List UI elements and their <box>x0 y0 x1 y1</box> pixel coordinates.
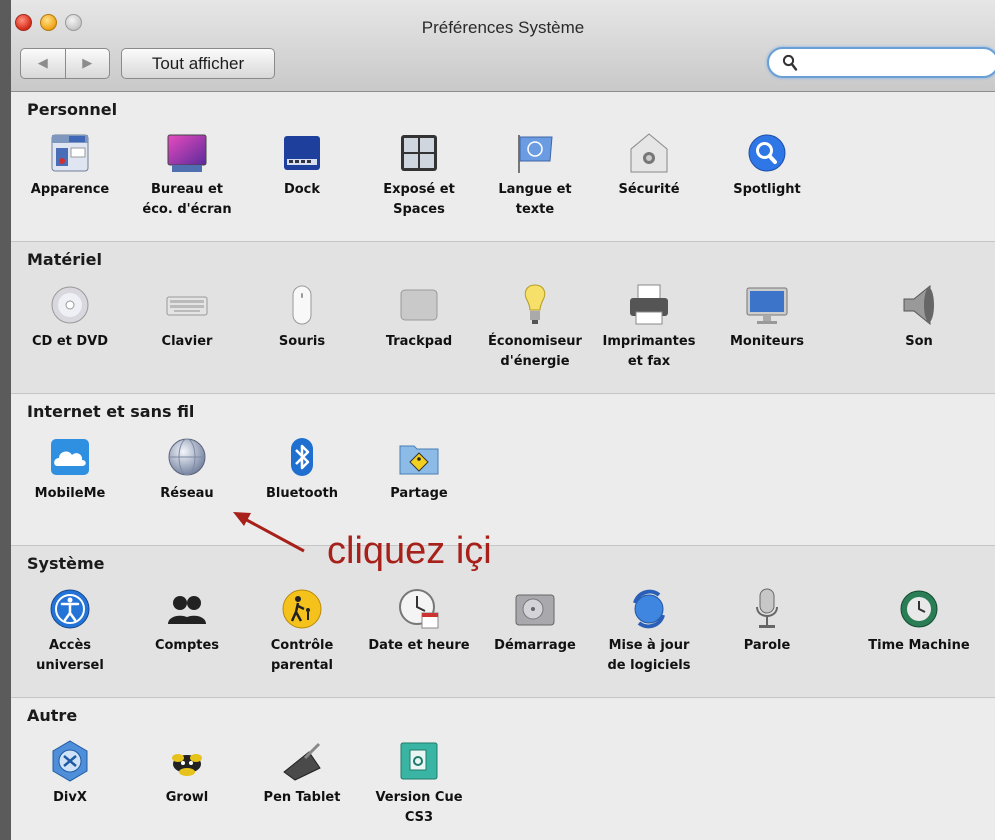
annotation-arrow <box>233 512 305 553</box>
annotation-text: cliquez içi <box>327 530 492 572</box>
window-edge <box>0 0 11 840</box>
system-preferences-window: Préférences Système ◀ ▶ Tout afficher Pe… <box>11 0 995 840</box>
